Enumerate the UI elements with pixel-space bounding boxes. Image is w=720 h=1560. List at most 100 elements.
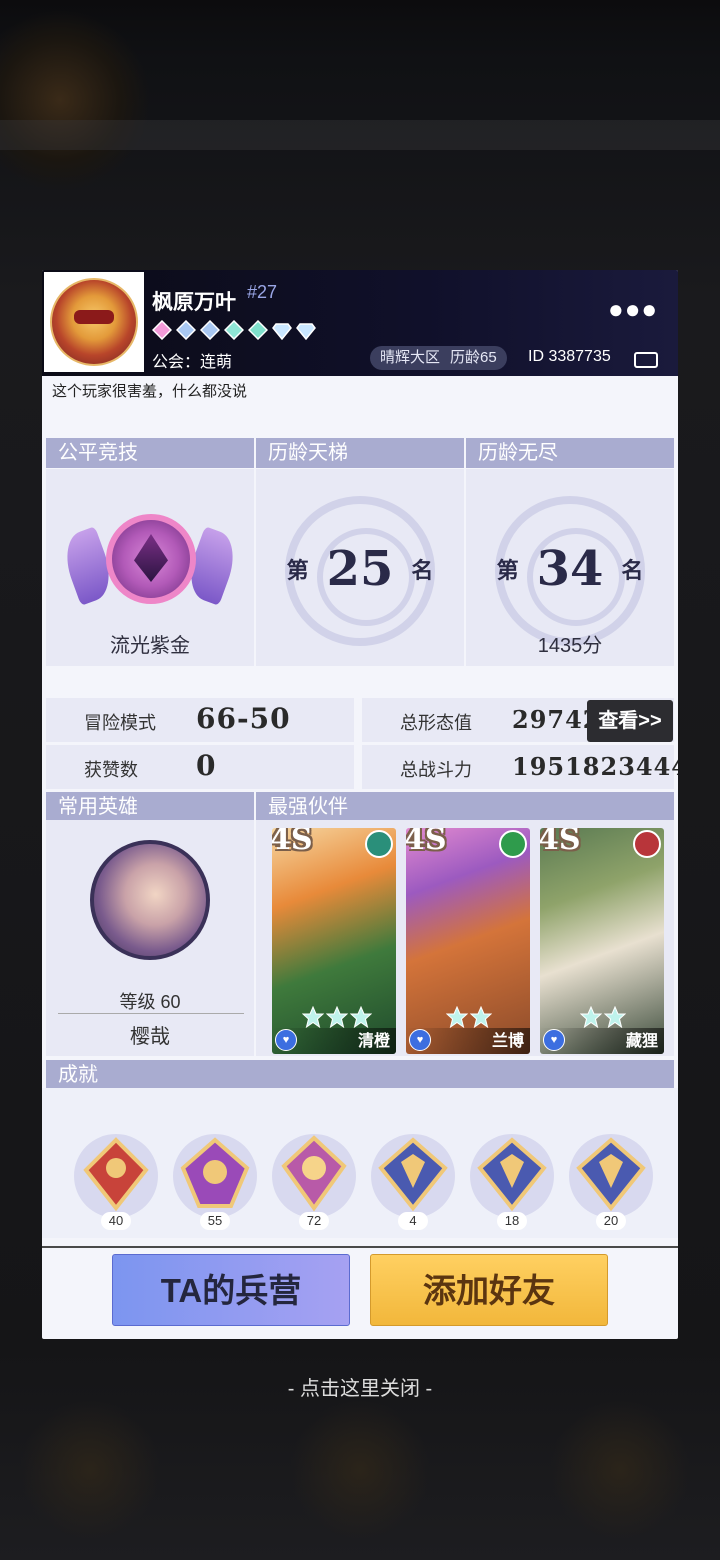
hero-divider	[58, 1013, 244, 1014]
nature-element-icon	[499, 830, 527, 858]
close-hint[interactable]: - 点击这里关闭 -	[0, 1372, 720, 1401]
section-fair-header: 公平竞技	[46, 438, 254, 468]
hero-name: 樱哉	[130, 1026, 170, 1048]
achievements-panel: 40 55 72 4 18 20	[42, 1088, 678, 1238]
section-endless-header: 历龄无尽	[466, 438, 674, 468]
achievement-badge[interactable]: 20	[563, 1128, 659, 1230]
partner-stars	[446, 1006, 492, 1028]
adventure-stat: 冒险模式 66-50	[46, 698, 354, 742]
action-divider	[42, 1246, 678, 1248]
partner-card[interactable]: 4S ♥ 兰博	[406, 828, 530, 1054]
achievement-blue-icon	[378, 1137, 448, 1212]
player-name: 枫原万叶	[152, 291, 236, 314]
gem-icon-diamond	[272, 323, 292, 340]
hero-level: 等级 60	[119, 992, 181, 1012]
section-ladder-header: 历龄天梯	[256, 438, 464, 468]
endless-rank-panel[interactable]: 第 34 名 1435分	[466, 469, 674, 666]
partner-stars	[580, 1006, 626, 1028]
zone-badge: 晴辉大区 历龄65	[370, 346, 507, 370]
add-friend-button[interactable]: 添加好友	[370, 1254, 608, 1326]
copy-id-icon[interactable]	[634, 352, 658, 368]
partner-name: 兰博	[491, 1033, 524, 1050]
gem-icon-cyan	[248, 320, 268, 340]
adventure-label: 冒险模式	[84, 713, 156, 733]
adventure-value: 66-50	[196, 702, 291, 735]
player-rank-number: #27	[247, 282, 278, 302]
endless-score: 1435分	[537, 635, 603, 657]
fair-rank-panel[interactable]: 流光紫金	[46, 469, 254, 666]
star-icon	[604, 1006, 626, 1028]
ladder-rank-panel[interactable]: 第 25 名	[256, 469, 464, 666]
purple-gold-tier-icon	[106, 514, 196, 604]
rank-suffix: 名	[411, 558, 434, 583]
gem-icon-blue	[200, 320, 220, 340]
achievement-sun-icon	[281, 1135, 347, 1212]
power-label: 总战斗力	[400, 760, 472, 780]
likes-stat: 获赞数 0	[46, 745, 354, 789]
heart-icon: ♥	[543, 1029, 565, 1051]
achievement-badge[interactable]: 72	[266, 1128, 362, 1230]
rank-suffix: 名	[621, 558, 644, 583]
achievement-count: 55	[200, 1212, 230, 1230]
common-hero-panel[interactable]: 等级 60 樱哉	[46, 820, 254, 1056]
section-common-hero-header: 常用英雄	[46, 792, 254, 822]
form-label: 总形态值	[400, 713, 472, 733]
endless-rank-number: 34	[536, 541, 604, 597]
power-stat: 总战斗力 1951823444	[362, 745, 678, 789]
achievement-purple-icon	[180, 1137, 250, 1208]
partner-grade: 4S	[272, 828, 313, 857]
avatar-frame[interactable]	[44, 272, 144, 372]
gem-icon-cyan	[224, 320, 244, 340]
star-icon	[350, 1006, 372, 1028]
achievement-badge[interactable]: 18	[464, 1128, 560, 1230]
fair-tier-label: 流光紫金	[110, 635, 190, 657]
player-motto: 这个玩家很害羞，什么都没说	[52, 383, 248, 400]
star-icon	[580, 1006, 602, 1028]
profile-header: 枫原万叶 #27 ●●● 公会：连萌 晴辉大区 历龄65 ID 3387735	[42, 270, 678, 376]
view-form-button[interactable]: 查看>>	[587, 700, 673, 742]
guild-label: 公会：连萌	[152, 354, 233, 371]
fire-element-icon	[633, 830, 661, 858]
gem-row	[152, 320, 316, 342]
account-age: 历龄65	[450, 349, 497, 366]
star-icon	[326, 1006, 348, 1028]
achievement-badge[interactable]: 4	[365, 1128, 461, 1230]
more-dots-icon[interactable]: ●●●	[608, 294, 658, 325]
partner-card[interactable]: 4S ♥ 藏狸	[540, 828, 664, 1054]
achievement-count: 4	[398, 1212, 428, 1230]
ladder-rank: 第 25 名	[256, 541, 464, 597]
endless-rank: 第 34 名	[466, 541, 674, 597]
barracks-button[interactable]: TA的兵营	[112, 1254, 350, 1326]
achievement-count: 18	[497, 1212, 527, 1230]
star-icon	[470, 1006, 492, 1028]
partner-name: 藏狸	[625, 1033, 658, 1050]
likes-label: 获赞数	[84, 760, 138, 780]
player-profile-card: 枫原万叶 #27 ●●● 公会：连萌 晴辉大区 历龄65 ID 3387735 这…	[42, 270, 678, 1339]
achievement-count: 72	[299, 1212, 329, 1230]
rank-prefix: 第	[286, 558, 309, 583]
rank-prefix: 第	[496, 558, 519, 583]
zone-name: 晴辉大区	[380, 349, 441, 366]
wind-element-icon	[365, 830, 393, 858]
achievement-red-icon	[83, 1137, 149, 1212]
gem-icon-diamond	[296, 323, 316, 340]
partner-card[interactable]: 4S ♥ 清橙	[272, 828, 396, 1054]
heart-icon: ♥	[409, 1029, 431, 1051]
section-achievements-header: 成就	[46, 1060, 674, 1090]
gem-icon-blue	[176, 320, 196, 340]
ladder-rank-number: 25	[326, 541, 394, 597]
achievement-count: 20	[596, 1212, 626, 1230]
star-icon	[302, 1006, 324, 1028]
achievement-blue-icon	[576, 1137, 646, 1212]
hero-portrait	[90, 840, 210, 960]
achievement-blue-icon	[477, 1137, 547, 1212]
background-blur-strip	[0, 120, 720, 150]
achievement-badge[interactable]: 40	[68, 1128, 164, 1230]
likes-value: 0	[196, 749, 217, 782]
partner-stars	[302, 1006, 372, 1028]
achievement-badge[interactable]: 55	[167, 1128, 263, 1230]
achievement-count: 40	[101, 1212, 131, 1230]
star-icon	[446, 1006, 468, 1028]
section-partners-header: 最强伙伴	[256, 792, 674, 822]
partner-name: 清橙	[357, 1033, 390, 1050]
